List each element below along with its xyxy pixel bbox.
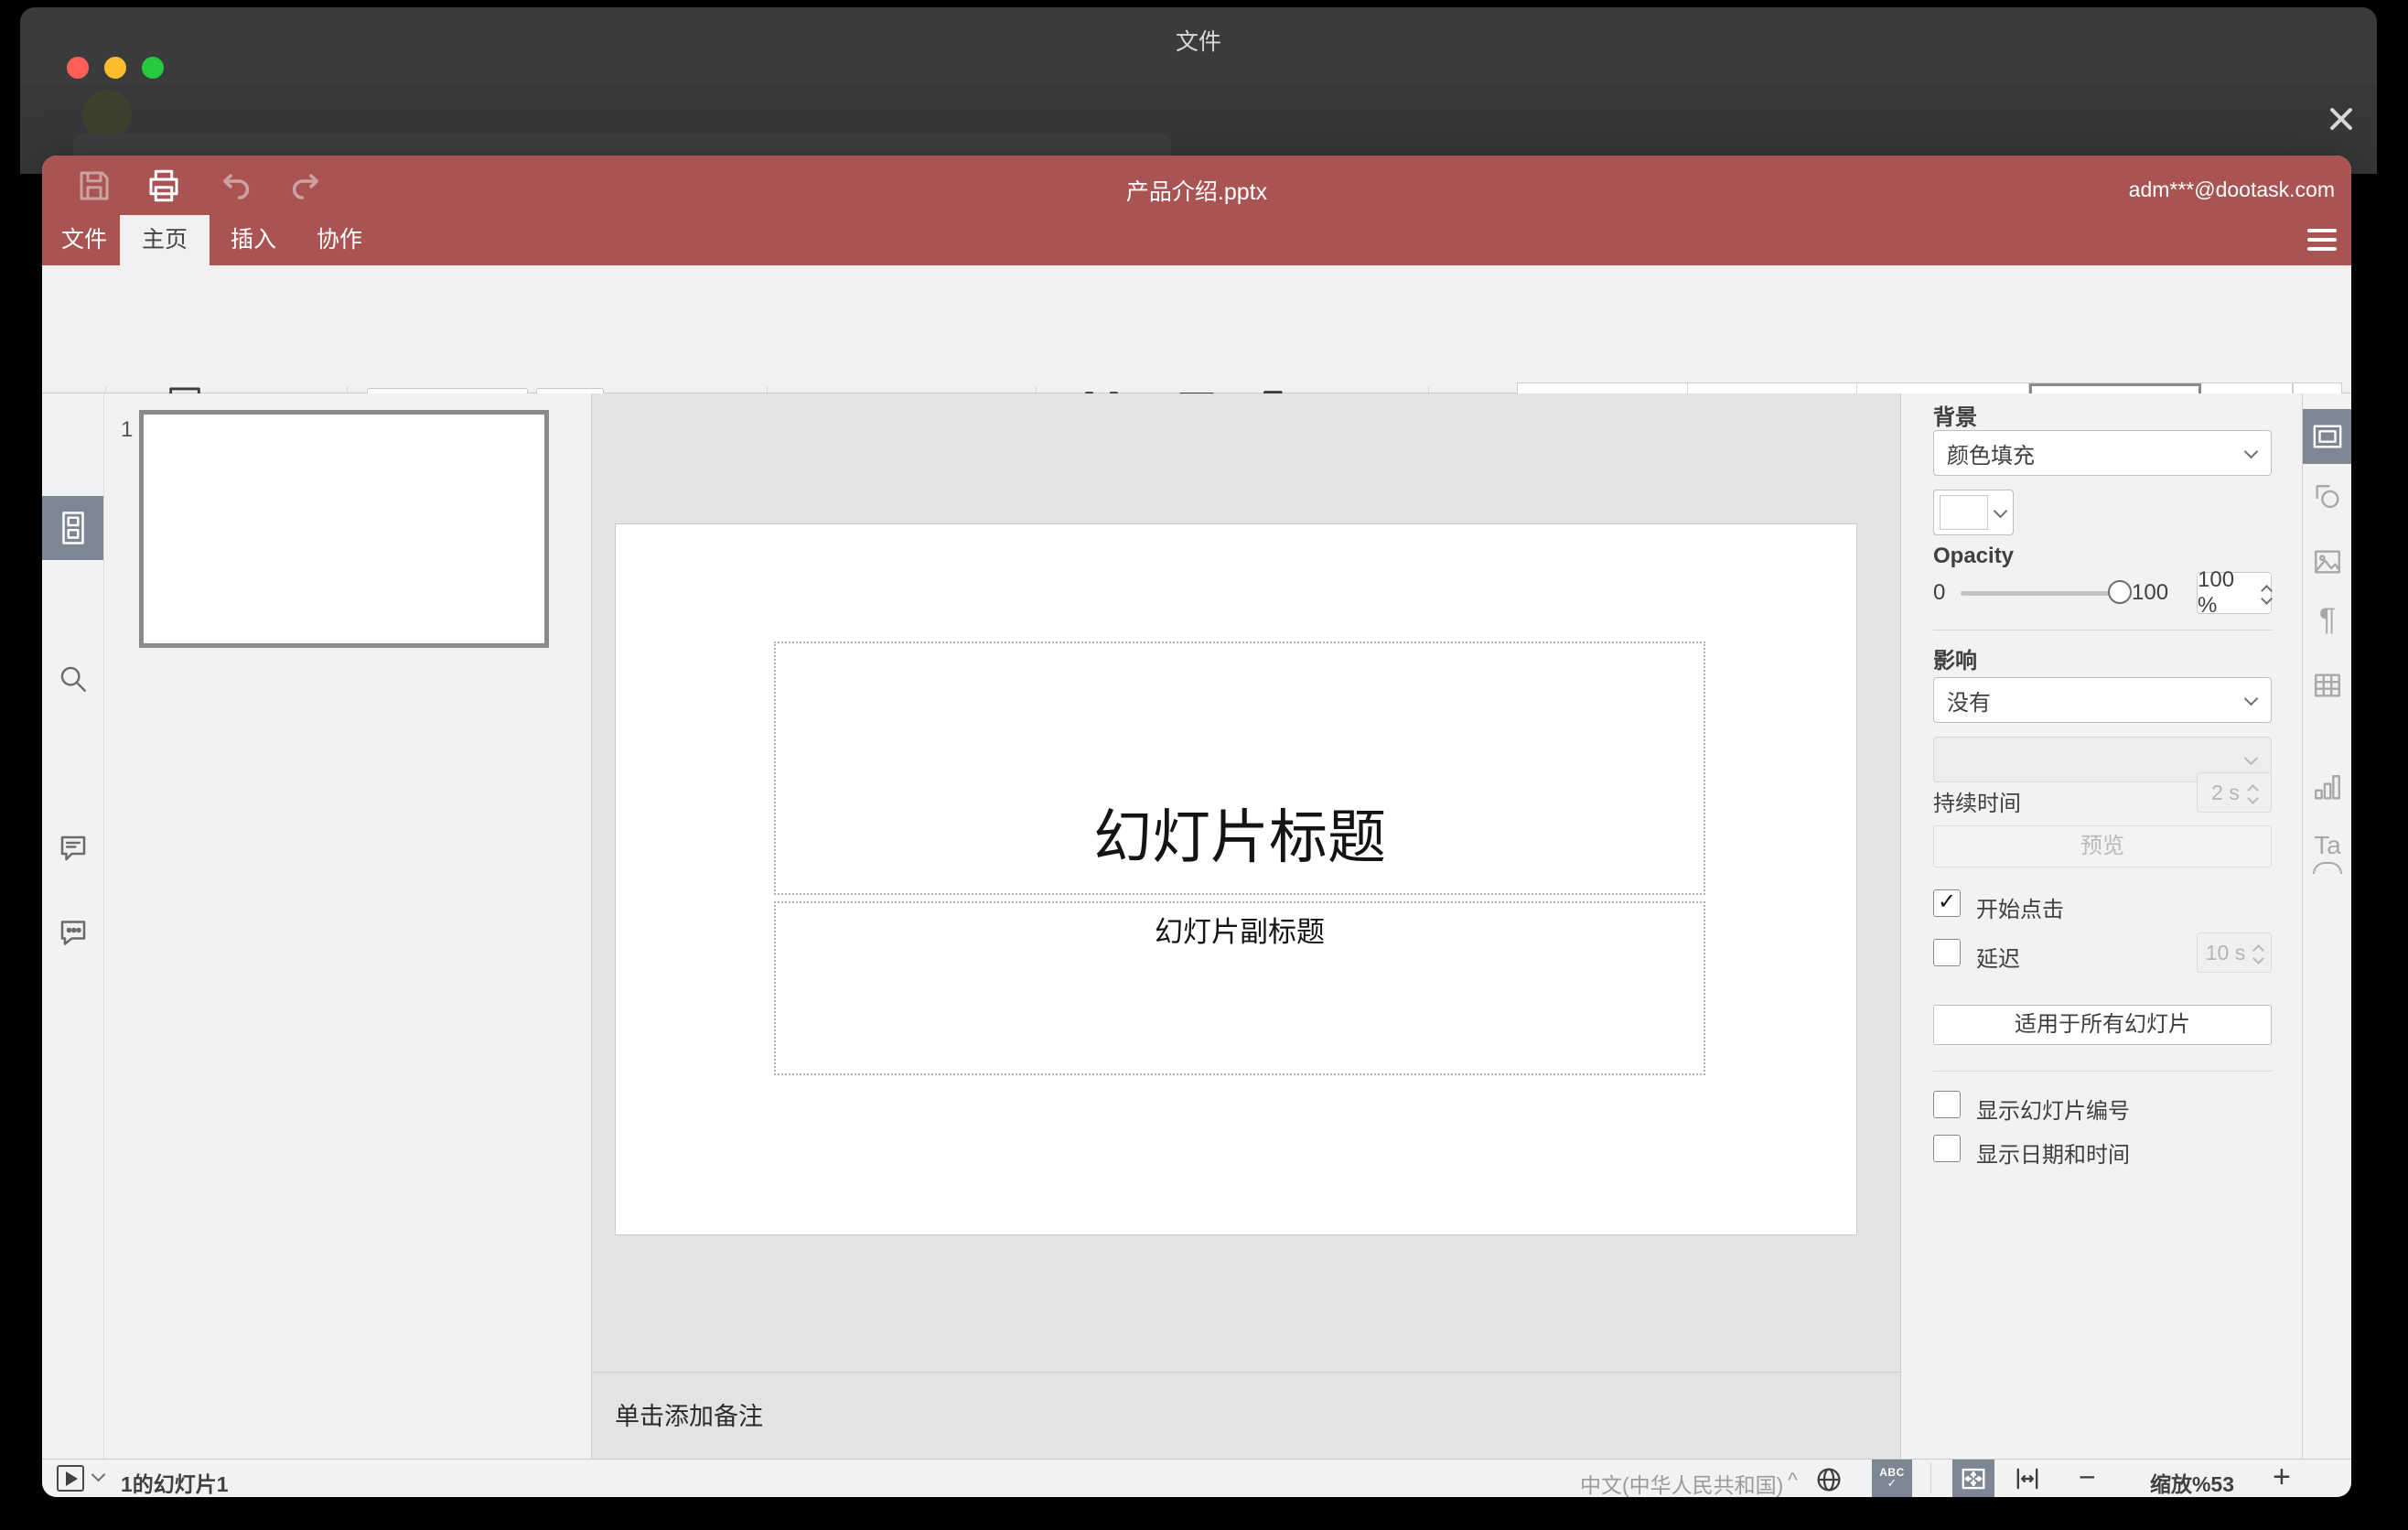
avatar: [82, 90, 132, 139]
delay-value: 10 s: [2205, 940, 2246, 964]
language-caret-icon: ^: [1788, 1468, 1798, 1492]
slide-thumbnail-selected[interactable]: [139, 410, 549, 648]
language-status[interactable]: 中文(中华人民共和国): [1580, 1468, 1783, 1497]
screen: 文件 产品介绍.pptx adm***@dootask.com 文件 主页 插入…: [0, 0, 2408, 1530]
shape-settings-icon[interactable]: [2310, 480, 2345, 515]
spellcheck-check-icon: ✓: [1887, 1476, 1897, 1490]
slide-thumbnail-number: 1: [121, 417, 134, 442]
traffic-close-button[interactable]: [67, 57, 89, 79]
slide-counter: 1的幻灯片1: [121, 1472, 229, 1496]
preview-button[interactable]: 预览: [1933, 825, 2272, 867]
effect-label: 影响: [1933, 649, 1977, 673]
chat-icon[interactable]: [55, 913, 91, 950]
opacity-min-label: 0: [1933, 580, 1946, 605]
slideshow-chevron-icon[interactable]: [91, 1467, 106, 1482]
tab-home[interactable]: 主页: [120, 215, 210, 265]
menu-icon[interactable]: [2307, 229, 2338, 253]
spellcheck-toggle[interactable]: ABC ✓: [1872, 1460, 1912, 1497]
opacity-value: 100 %: [2198, 567, 2235, 618]
duration-spinner[interactable]: 2 s: [2197, 772, 2272, 813]
notes-placeholder: 单击添加备注: [615, 1403, 763, 1430]
slide-settings-panel: 背景 颜色填充 Opacity 0 100 100 % 影响 没有 持续时间 2…: [1900, 393, 2302, 1459]
window-title: 文件: [1175, 29, 1221, 55]
fit-width-icon[interactable]: [2011, 1465, 2044, 1492]
tab-insert[interactable]: 插入: [216, 215, 291, 265]
start-slideshow-status-icon[interactable]: [57, 1465, 84, 1492]
delay-label: 延迟: [1976, 947, 2020, 972]
notes-area[interactable]: 单击添加备注: [592, 1372, 1900, 1460]
left-sidebar: [42, 393, 104, 1459]
tab-collaboration[interactable]: 协作: [300, 215, 379, 265]
traffic-zoom-button[interactable]: [142, 57, 164, 79]
check-icon: ✓: [1937, 889, 1957, 914]
slide-canvas: 幻灯片标题 幻灯片副标题 单击添加备注: [592, 393, 1900, 1459]
close-icon[interactable]: [2325, 102, 2358, 135]
set-language-globe-icon[interactable]: [1813, 1464, 1844, 1495]
chart-settings-icon[interactable]: [2310, 770, 2345, 805]
opacity-max-label: 100: [2132, 580, 2169, 605]
slide-settings-icon[interactable]: [2303, 409, 2351, 464]
table-settings-icon[interactable]: [2310, 668, 2345, 703]
effect-select[interactable]: 没有: [1933, 677, 2272, 723]
editor-header: 产品介绍.pptx adm***@dootask.com 文件 主页 插入 协作: [42, 156, 2351, 265]
opacity-slider-thumb[interactable]: [2108, 580, 2132, 604]
show-slide-number-label: 显示幻灯片编号: [1976, 1099, 2130, 1124]
zoom-out-button[interactable]: −: [2079, 1460, 2096, 1494]
background-card-edge: [73, 134, 1171, 157]
opacity-slider-track[interactable]: [1961, 591, 2120, 596]
delay-checkbox[interactable]: [1933, 939, 1961, 966]
show-date-time-label: 显示日期和时间: [1976, 1143, 2130, 1168]
opacity-spinner[interactable]: 100 %: [2197, 567, 2273, 618]
traffic-minimize-button[interactable]: [104, 57, 126, 79]
tab-file[interactable]: 文件: [49, 215, 119, 265]
image-settings-icon[interactable]: [2310, 544, 2345, 579]
show-slide-number-checkbox[interactable]: [1933, 1091, 1961, 1118]
start-on-click-checkbox[interactable]: ✓: [1933, 889, 1961, 917]
background-label: 背景: [1933, 405, 1977, 430]
background-color-swatch: [1940, 495, 1988, 530]
opacity-label: Opacity: [1933, 544, 2015, 568]
start-on-click-label: 开始点击: [1976, 898, 2064, 922]
background-color-picker[interactable]: [1933, 490, 2014, 535]
user-email: adm***@dootask.com: [2128, 178, 2335, 201]
zoom-level: 缩放%53: [2149, 1472, 2235, 1496]
fit-slide-toggle[interactable]: [1952, 1460, 1994, 1497]
panel-divider: [1933, 1071, 2272, 1072]
delay-spinner[interactable]: 10 s: [2197, 932, 2272, 973]
right-sidebar: ¶ Ta: [2302, 393, 2351, 1459]
comments-icon[interactable]: [55, 830, 91, 867]
slide-page[interactable]: 幻灯片标题 幻灯片副标题: [615, 523, 1857, 1235]
ribbon-toolbar: 添加幻灯片 A▲ A▼ Aa: [42, 265, 2351, 496]
zoom-in-button[interactable]: +: [2273, 1460, 2291, 1495]
slide-title-text: 幻灯片标题: [1093, 804, 1386, 870]
text-art-glyph: Ta: [2314, 831, 2341, 859]
status-bar: 1的幻灯片1 中文(中华人民共和国) ^ ABC ✓ − 缩放%53 +: [42, 1459, 2351, 1497]
show-date-time-checkbox[interactable]: [1933, 1135, 1961, 1162]
effect-value: 没有: [1947, 690, 1991, 716]
slide-subtitle-text: 幻灯片副标题: [1155, 916, 1325, 948]
title-placeholder[interactable]: 幻灯片标题: [774, 641, 1705, 895]
background-fill-value: 颜色填充: [1947, 443, 2035, 469]
duration-value: 2 s: [2211, 780, 2240, 804]
subtitle-placeholder[interactable]: 幻灯片副标题: [774, 901, 1705, 1075]
slides-panel-icon[interactable]: [42, 496, 103, 560]
apply-to-all-slides-button[interactable]: 适用于所有幻灯片: [1933, 1005, 2272, 1045]
presentation-editor: 产品介绍.pptx adm***@dootask.com 文件 主页 插入 协作: [42, 156, 2351, 1497]
document-title: 产品介绍.pptx: [1125, 179, 1268, 205]
paragraph-settings-icon[interactable]: ¶: [2310, 602, 2345, 637]
slide-thumbnails-panel: 1: [104, 393, 592, 1459]
search-icon[interactable]: [55, 661, 91, 697]
background-fill-select[interactable]: 颜色填充: [1933, 430, 2272, 476]
status-divider: [1930, 1463, 1931, 1493]
duration-label: 持续时间: [1933, 792, 2021, 816]
text-art-settings-icon[interactable]: Ta: [2308, 831, 2347, 874]
